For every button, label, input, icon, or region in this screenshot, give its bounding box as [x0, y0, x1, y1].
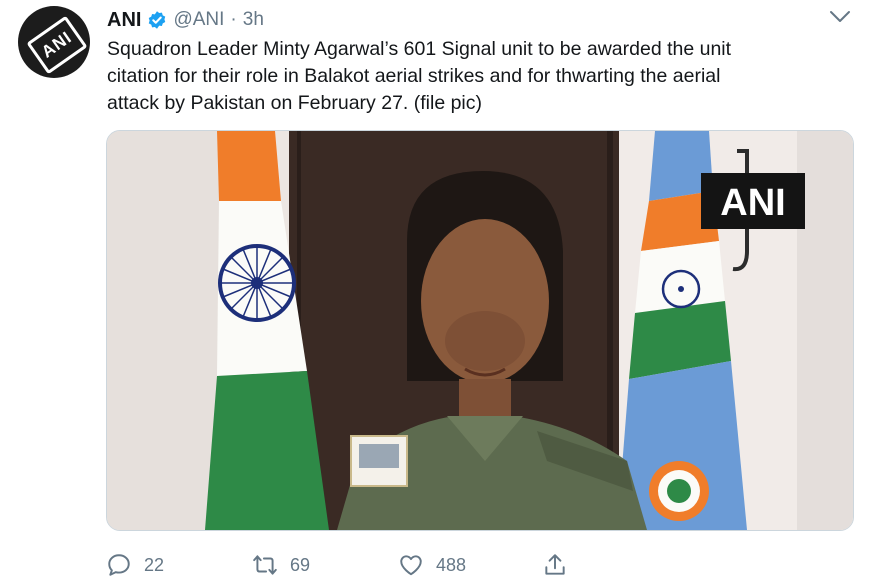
ani-logo: ANI — [26, 15, 88, 75]
author-handle[interactable]: @ANI — [173, 9, 224, 31]
tweet-header: ANI @ANI · 3h — [107, 8, 264, 32]
like-count: 488 — [436, 554, 467, 575]
tweet-media-image[interactable]: ANI — [106, 130, 854, 531]
retweet-button[interactable]: 69 — [252, 552, 310, 578]
media-scene: ANI — [107, 131, 853, 530]
tweet-text-line: citation for their role in Balakot aeria… — [107, 65, 721, 87]
tweet[interactable]: ANI ANI @ANI · 3h Squadron Leader Minty … — [0, 0, 875, 583]
chevron-down-icon[interactable] — [829, 10, 851, 24]
reply-icon — [108, 554, 130, 576]
reply-button[interactable]: 22 — [106, 552, 164, 578]
avatar[interactable]: ANI — [18, 6, 90, 78]
like-button[interactable]: 488 — [398, 552, 466, 578]
heart-icon — [400, 555, 422, 576]
reply-count: 22 — [144, 554, 165, 575]
retweet-count: 69 — [290, 554, 311, 575]
retweet-icon — [253, 555, 277, 575]
tweet-text: Squadron Leader Minty Agarwal’s 601 Sign… — [107, 36, 847, 117]
share-icon — [545, 554, 565, 575]
verified-badge-icon — [149, 11, 166, 29]
tweet-actions: 22 69 488 — [106, 552, 576, 580]
author-name[interactable]: ANI — [107, 9, 141, 32]
separator-dot: · — [230, 9, 237, 30]
tweet-text-line: attack by Pakistan on February 27. (file… — [107, 92, 483, 114]
ani-watermark: ANI — [720, 182, 785, 224]
tweet-text-line: Squadron Leader Minty Agarwal’s 601 Sign… — [107, 38, 732, 60]
tweet-timestamp[interactable]: 3h — [243, 9, 264, 31]
avatar-logo-text: ANI — [38, 27, 76, 62]
share-button[interactable] — [542, 552, 568, 578]
